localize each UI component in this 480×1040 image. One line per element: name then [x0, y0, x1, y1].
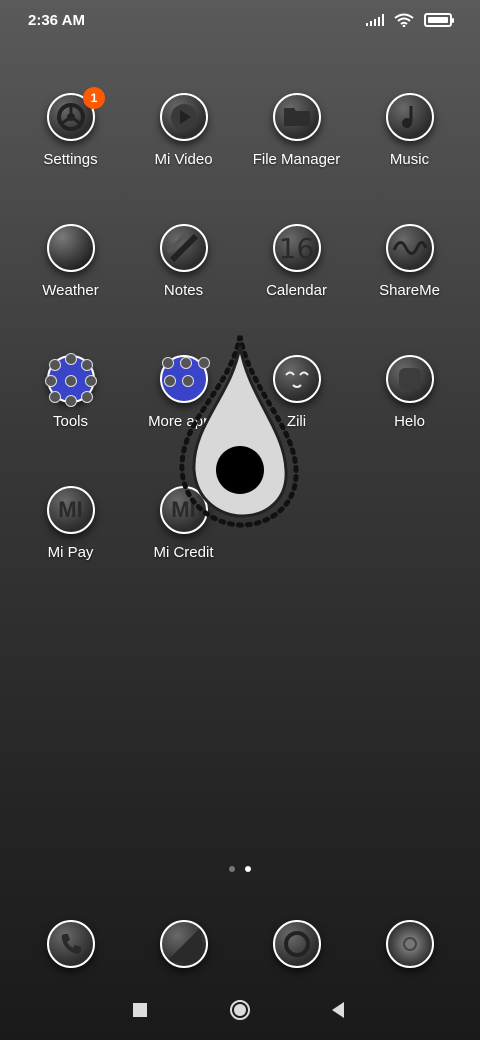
music-note-icon — [385, 93, 434, 141]
page-dot[interactable] — [229, 866, 235, 872]
helo-icon — [385, 355, 434, 403]
dock-camera[interactable] — [353, 920, 466, 968]
weather-icon — [46, 224, 95, 272]
calendar-icon: 16 — [272, 224, 321, 272]
app-label: Settings — [43, 151, 98, 168]
app-label: File Manager — [252, 151, 341, 168]
recents-icon — [133, 1003, 147, 1017]
app-folder-icon — [44, 353, 97, 407]
app-label: Mi Video — [154, 151, 213, 168]
camera-icon — [385, 920, 434, 968]
drop-widget-icon[interactable] — [170, 330, 310, 530]
app-settings[interactable]: 1 Settings — [14, 87, 127, 168]
dock-browser[interactable] — [240, 920, 353, 968]
shareme-icon — [385, 224, 434, 272]
app-mi-pay[interactable]: MI Mi Pay — [14, 486, 127, 561]
dock-phone[interactable] — [14, 920, 127, 968]
status-time: 2:36 AM — [28, 12, 85, 29]
app-label: Mi Pay — [47, 544, 94, 561]
app-weather[interactable]: Weather — [14, 224, 127, 299]
browser-icon — [272, 920, 321, 968]
app-file-manager[interactable]: File Manager — [240, 93, 353, 168]
back-button[interactable] — [318, 990, 358, 1030]
messages-icon — [159, 920, 208, 968]
app-notes[interactable]: Notes — [127, 224, 240, 299]
navigation-bar — [0, 990, 480, 1034]
mi-logo-text: MI — [58, 497, 83, 522]
home-button[interactable] — [220, 990, 260, 1030]
folder-icon — [272, 93, 321, 141]
wifi-icon — [394, 13, 414, 27]
battery-icon — [424, 13, 454, 27]
home-icon — [230, 1000, 250, 1020]
app-label: Tools — [52, 413, 89, 430]
back-icon — [332, 1002, 344, 1018]
app-helo[interactable]: Helo — [353, 355, 466, 430]
notes-icon — [159, 224, 208, 272]
recents-button[interactable] — [120, 990, 160, 1030]
app-label: Helo — [394, 413, 425, 430]
status-bar: 2:36 AM — [0, 0, 480, 44]
app-label: Weather — [42, 282, 99, 299]
app-label: Mi Credit — [153, 544, 214, 561]
app-label: Calendar — [266, 282, 327, 299]
app-folder-tools[interactable]: Tools — [14, 353, 127, 430]
page-dot-active[interactable] — [245, 866, 251, 872]
status-icons — [366, 13, 454, 27]
app-calendar[interactable]: 16 Calendar — [240, 224, 353, 299]
app-music[interactable]: Music — [353, 93, 466, 168]
app-label: Music — [389, 151, 430, 168]
app-mi-video[interactable]: Mi Video — [127, 93, 240, 168]
signal-icon — [366, 14, 384, 26]
app-label: Notes — [163, 282, 204, 299]
mi-pay-icon: MI — [46, 486, 95, 534]
app-label: ShareMe — [379, 282, 440, 299]
notification-badge: 1 — [83, 87, 105, 109]
calendar-date: 16 — [278, 231, 315, 265]
dock-messages[interactable] — [127, 920, 240, 968]
page-indicator — [0, 866, 480, 872]
app-shareme[interactable]: ShareMe — [353, 224, 466, 299]
play-icon — [159, 93, 208, 141]
phone-icon — [46, 920, 95, 968]
